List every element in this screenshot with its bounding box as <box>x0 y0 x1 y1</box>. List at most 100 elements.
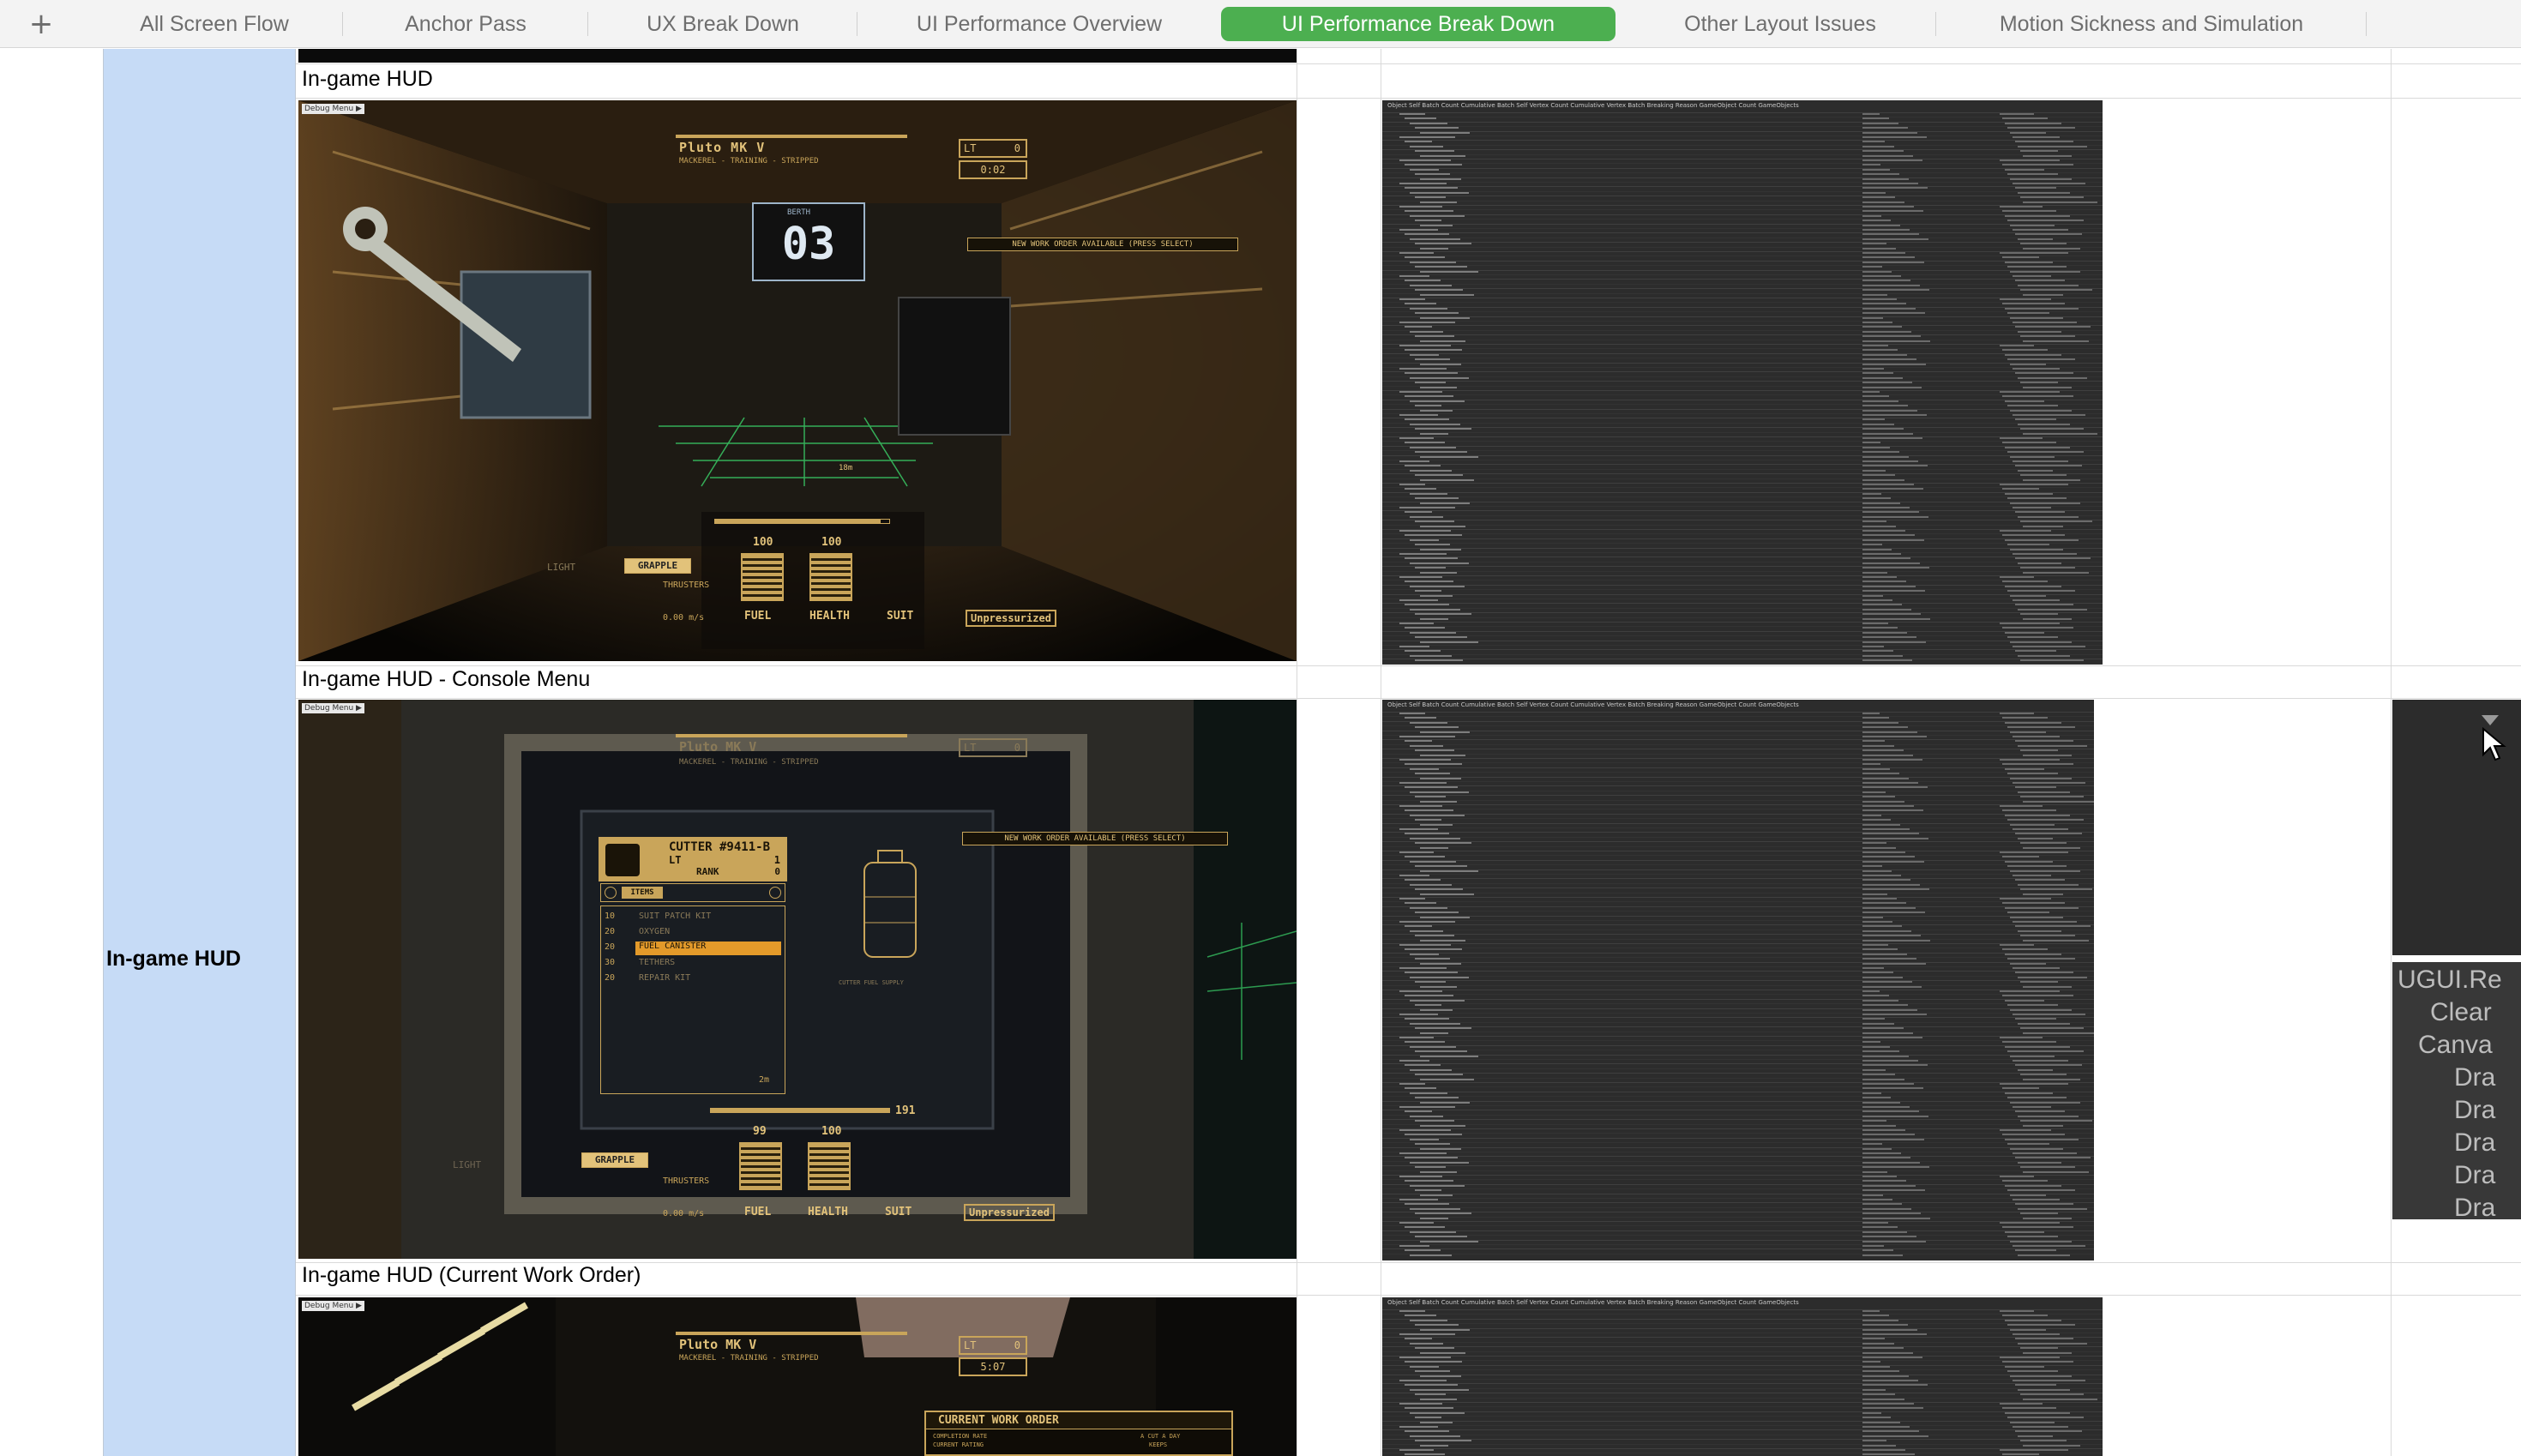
profiler-row[interactable] <box>1382 1439 2103 1441</box>
profiler-row[interactable] <box>1382 626 2103 628</box>
profiler-row[interactable] <box>1382 464 2103 466</box>
profiler-row[interactable] <box>1382 376 2103 377</box>
profiler-row[interactable] <box>1382 381 2103 382</box>
debug-menu-button[interactable]: Debug Menu ▶ <box>302 703 364 713</box>
add-sheet-button[interactable]: + <box>15 5 67 43</box>
profiler-row[interactable] <box>1382 622 2103 623</box>
profiler-row[interactable] <box>1382 869 2094 870</box>
profiler-row[interactable] <box>1382 367 2103 368</box>
profiler-row[interactable] <box>1382 112 2103 113</box>
profiler-row[interactable] <box>1382 371 2103 373</box>
profiler-row[interactable] <box>1382 1443 2103 1445</box>
profiler-row[interactable] <box>1382 758 2094 759</box>
profiler-row[interactable] <box>1382 1309 2103 1310</box>
profiler-row[interactable] <box>1382 635 2103 637</box>
profiler-row[interactable] <box>1382 580 2103 581</box>
profiler-row[interactable] <box>1382 144 2103 146</box>
profiler-row[interactable] <box>1382 1160 2094 1162</box>
profiler-row[interactable] <box>1382 887 2094 889</box>
profiler-row[interactable] <box>1382 739 2094 741</box>
profiler-row[interactable] <box>1382 325 2103 327</box>
profiler-row[interactable] <box>1382 214 2103 215</box>
profiler-row[interactable] <box>1382 984 2094 986</box>
profiler-row[interactable] <box>1382 1063 2094 1065</box>
profiler-row[interactable] <box>1382 1346 2103 1348</box>
profiler-row[interactable] <box>1382 845 2094 847</box>
profiler-row[interactable] <box>1382 975 2094 977</box>
profiler-row[interactable] <box>1382 385 2103 387</box>
profiler-row[interactable] <box>1382 348 2103 350</box>
profiler-row[interactable] <box>1382 1402 2103 1403</box>
profiler-row[interactable] <box>1382 543 2103 544</box>
profiler-row[interactable] <box>1382 901 2094 903</box>
profiler-row[interactable] <box>1382 813 2094 815</box>
profiler-row[interactable] <box>1382 478 2103 479</box>
tab-ui-performance-break-down[interactable]: UI Performance Break Down <box>1221 7 1615 41</box>
profiler-row[interactable] <box>1382 283 2103 285</box>
profiler-row[interactable] <box>1382 799 2094 801</box>
profiler-row[interactable] <box>1382 514 2103 516</box>
profiler-row[interactable] <box>1382 311 2103 313</box>
profiler-row[interactable] <box>1382 593 2103 595</box>
profiler-row[interactable] <box>1382 219 2103 220</box>
profiler-row[interactable] <box>1382 630 2103 632</box>
list-item[interactable]: 20 REPAIR KIT <box>605 973 783 987</box>
profiler-row[interactable] <box>1382 362 2103 364</box>
profiler-row[interactable] <box>1382 735 2094 736</box>
profiler-row[interactable] <box>1382 1082 2094 1083</box>
tree-item[interactable]: Dra <box>2454 1128 2495 1158</box>
profiler-row[interactable] <box>1382 454 2103 456</box>
profiler-row[interactable] <box>1382 712 2094 713</box>
profiler-row[interactable] <box>1382 1036 2094 1037</box>
profiler-row[interactable] <box>1382 352 2103 354</box>
profiler-row[interactable] <box>1382 413 2103 414</box>
profiler-row[interactable] <box>1382 1448 2103 1449</box>
profiler-row[interactable] <box>1382 584 2103 586</box>
profiler-row[interactable] <box>1382 743 2094 745</box>
profiler-row[interactable] <box>1382 663 2103 665</box>
profiler-row[interactable] <box>1382 190 2103 192</box>
profiler-row[interactable] <box>1382 1086 2094 1088</box>
profiler-row[interactable] <box>1382 126 2103 128</box>
tab-other-layout-issues[interactable]: Other Layout Issues <box>1624 7 1936 41</box>
profiler-row[interactable] <box>1382 140 2103 141</box>
profiler-row[interactable] <box>1382 205 2103 206</box>
profiler-row[interactable] <box>1382 228 2103 229</box>
profiler-row[interactable] <box>1382 1364 2103 1366</box>
profiler-row[interactable] <box>1382 1202 2094 1204</box>
profiler-row[interactable] <box>1382 1198 2094 1199</box>
profiler-row[interactable] <box>1382 924 2094 926</box>
profiler-row[interactable] <box>1382 1142 2094 1144</box>
profiler-row[interactable] <box>1382 961 2094 963</box>
profiler-row[interactable] <box>1382 589 2103 591</box>
profiler-row[interactable] <box>1382 1351 2103 1352</box>
profiler-row[interactable] <box>1382 394 2103 396</box>
profiler-row[interactable] <box>1382 1179 2094 1181</box>
debug-menu-button[interactable]: Debug Menu ▶ <box>302 104 364 114</box>
profiler-row[interactable] <box>1382 1054 2094 1056</box>
profiler-row[interactable] <box>1382 1073 2094 1074</box>
items-tab[interactable]: ITEMS <box>622 887 663 899</box>
profiler-row[interactable] <box>1382 753 2094 755</box>
profiler-row[interactable] <box>1382 827 2094 828</box>
profiler-row[interactable] <box>1382 496 2103 498</box>
profiler-row[interactable] <box>1382 274 2103 275</box>
profiler-row[interactable] <box>1382 404 2103 406</box>
profiler-row[interactable] <box>1382 186 2103 188</box>
profiler-row[interactable] <box>1382 561 2103 563</box>
profiler-row[interactable] <box>1382 269 2103 271</box>
profiler-row[interactable] <box>1382 279 2103 280</box>
profiler-row[interactable] <box>1382 163 2103 165</box>
profiler-row[interactable] <box>1382 1216 2094 1218</box>
profiler-row[interactable] <box>1382 1235 2094 1236</box>
profiler-row[interactable] <box>1382 547 2103 549</box>
profiler-row[interactable] <box>1382 1119 2094 1121</box>
profiler-row[interactable] <box>1382 720 2094 722</box>
profiler-row[interactable] <box>1382 167 2103 169</box>
profiler-row[interactable] <box>1382 450 2103 452</box>
profiler-row[interactable] <box>1382 649 2103 651</box>
profiler-row[interactable] <box>1382 874 2094 875</box>
profiler-row[interactable] <box>1382 172 2103 174</box>
profiler-row[interactable] <box>1382 1105 2094 1106</box>
tab-motion-sickness[interactable]: Motion Sickness and Simulation <box>1936 7 2367 41</box>
